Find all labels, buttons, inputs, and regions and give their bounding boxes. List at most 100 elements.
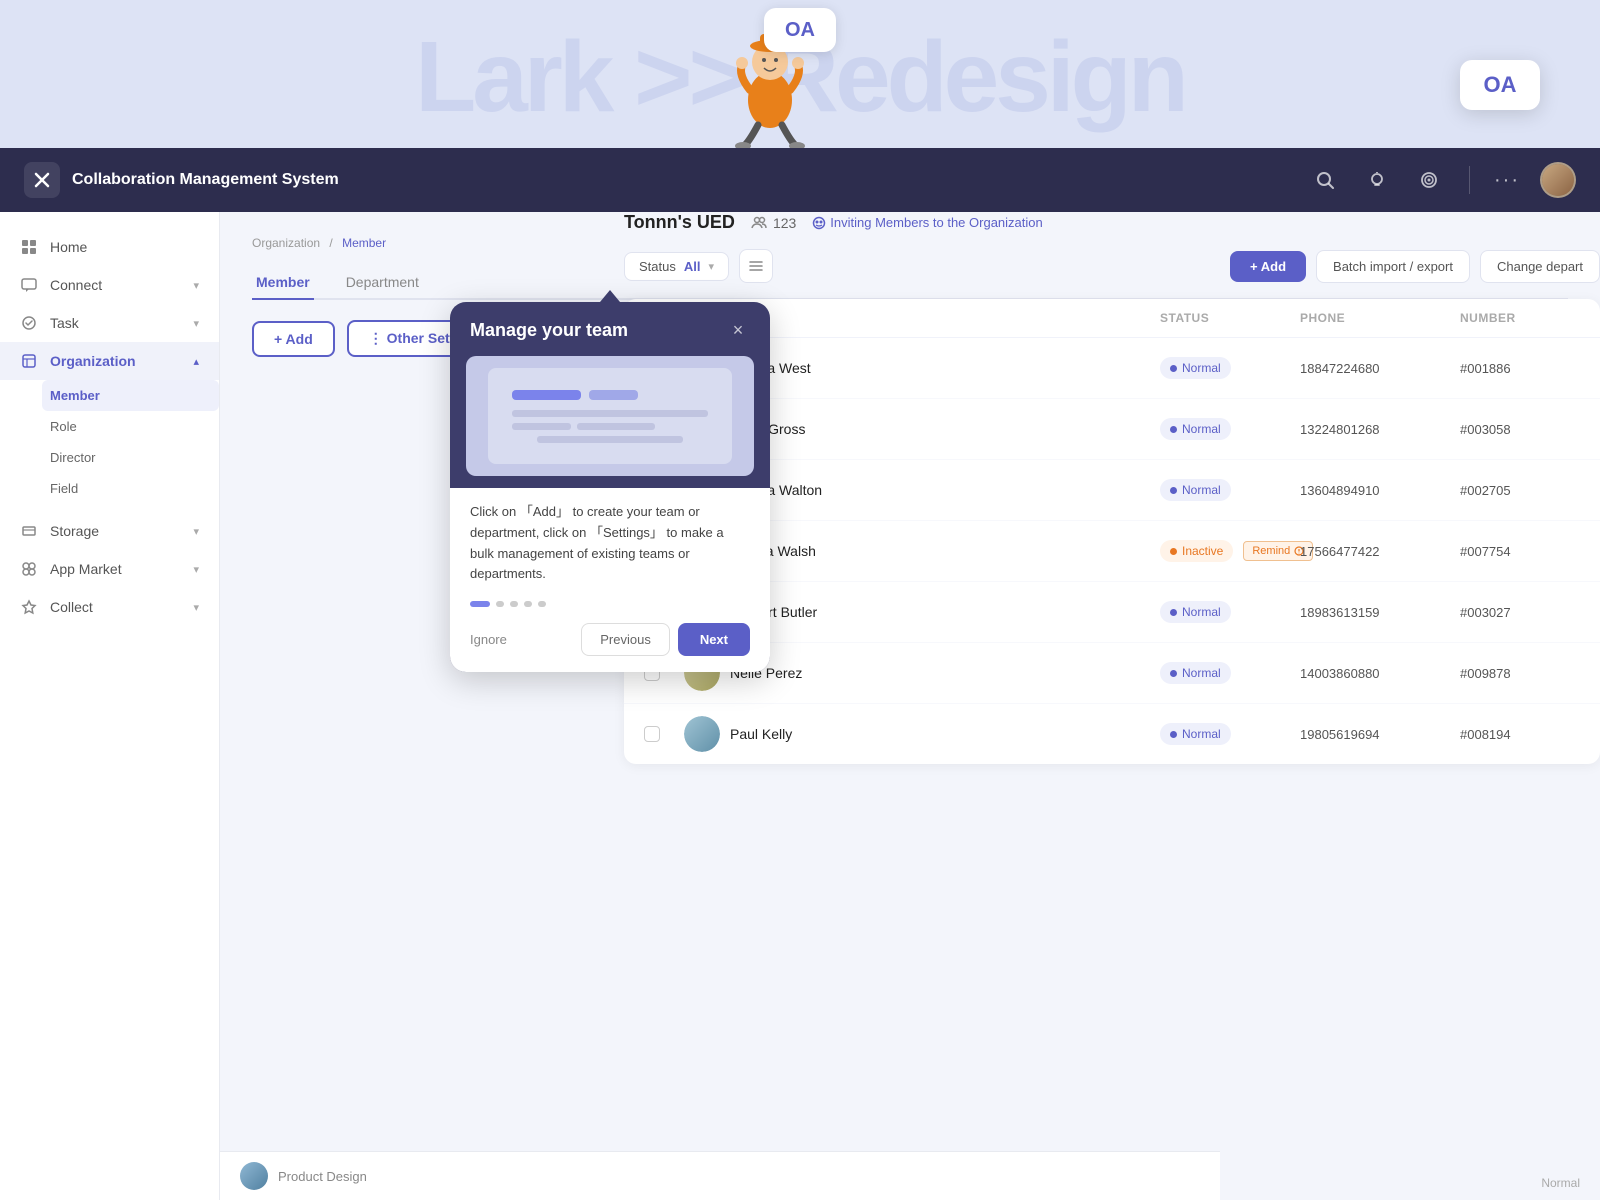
mock-line-2 bbox=[537, 436, 684, 443]
status-cell-6: Normal bbox=[1160, 662, 1300, 684]
team-header: Tonnn's UED 123 Inviting Members to the … bbox=[624, 212, 1600, 233]
search-button[interactable] bbox=[1309, 164, 1341, 196]
add-button[interactable]: + Add bbox=[252, 321, 335, 357]
dot-2 bbox=[496, 601, 504, 607]
tooltip-image bbox=[466, 356, 754, 476]
phone-4: 17566477422 bbox=[1300, 544, 1460, 559]
status-text-4: Inactive bbox=[1182, 544, 1223, 558]
col-phone: Phone bbox=[1300, 311, 1460, 325]
organization-icon bbox=[20, 352, 38, 370]
task-icon bbox=[20, 314, 38, 332]
status-badge-7: Normal bbox=[1160, 723, 1231, 745]
number-5: #003027 bbox=[1460, 605, 1580, 620]
batch-import-export-button[interactable]: Batch import / export bbox=[1316, 250, 1470, 283]
sidebar-item-storage[interactable]: Storage ▾ bbox=[0, 512, 219, 550]
ignore-button[interactable]: Ignore bbox=[470, 632, 507, 647]
sidebar-item-home[interactable]: Home bbox=[0, 228, 219, 266]
team-count: 123 bbox=[751, 215, 796, 231]
status-dot-2 bbox=[1170, 426, 1177, 433]
phone-6: 14003860880 bbox=[1300, 666, 1460, 681]
sidebar-collect-label: Collect bbox=[50, 599, 181, 615]
breadcrumb-current: Member bbox=[342, 236, 386, 250]
appmarket-icon bbox=[20, 560, 38, 578]
storage-chevron-icon: ▾ bbox=[193, 525, 199, 538]
zoom-label: Normal bbox=[1541, 1176, 1580, 1190]
sidebar-home-label: Home bbox=[50, 239, 199, 255]
status-cell-5: Normal bbox=[1160, 601, 1300, 623]
dot-5 bbox=[538, 601, 546, 607]
oa-badge-nav: OA bbox=[1460, 60, 1540, 110]
table-row: Ricky Gross Normal 13224801268 #003058 bbox=[624, 399, 1600, 460]
breadcrumb-parent: Organization bbox=[252, 236, 320, 250]
main-layout: Home Connect ▾ Task ▾ Organization ▴ Mem… bbox=[0, 212, 1600, 1200]
phone-3: 13604894910 bbox=[1300, 483, 1460, 498]
invite-text: Inviting Members to the Organization bbox=[830, 215, 1042, 230]
sidebar-sub-member[interactable]: Member bbox=[42, 380, 219, 411]
sidebar-item-collect[interactable]: Collect ▾ bbox=[0, 588, 219, 626]
invite-link[interactable]: Inviting Members to the Organization bbox=[812, 215, 1042, 230]
tab-department[interactable]: Department bbox=[342, 266, 423, 300]
table-row: Joshua West Normal 18847224680 #001886 bbox=[624, 338, 1600, 399]
phone-5: 18983613159 bbox=[1300, 605, 1460, 620]
status-cell-4: Inactive Remind bbox=[1160, 540, 1300, 562]
status-badge-1: Normal bbox=[1160, 357, 1231, 379]
table-row: Nelle Perez Normal 14003860880 #009878 bbox=[624, 643, 1600, 704]
user-avatar[interactable] bbox=[1540, 162, 1576, 198]
next-button[interactable]: Next bbox=[678, 623, 750, 656]
navbar-title: Collaboration Management System bbox=[72, 171, 339, 189]
previous-button[interactable]: Previous bbox=[581, 623, 670, 656]
dot-1 bbox=[470, 601, 490, 607]
status-dot-7 bbox=[1170, 731, 1177, 738]
tooltip-title: Manage your team bbox=[470, 320, 628, 341]
table-header: Name Status Phone Number bbox=[624, 299, 1600, 338]
avatar-image bbox=[1542, 164, 1574, 196]
table-row: Paul Kelly Normal 19805619694 #008194 bbox=[624, 704, 1600, 764]
status-dot-5 bbox=[1170, 609, 1177, 616]
appmarket-chevron-icon: ▾ bbox=[193, 563, 199, 576]
view-toggle-button[interactable] bbox=[739, 249, 773, 283]
sidebar-sub-director[interactable]: Director bbox=[50, 442, 219, 473]
target-button[interactable] bbox=[1413, 164, 1445, 196]
tooltip-description: Click on 「Add」 to create your team or de… bbox=[470, 502, 750, 585]
tab-member[interactable]: Member bbox=[252, 266, 314, 300]
team-name: Tonnn's UED bbox=[624, 212, 735, 233]
status-cell-7: Normal bbox=[1160, 723, 1300, 745]
connect-chevron-icon: ▾ bbox=[193, 279, 199, 292]
tooltip-close-button[interactable]: × bbox=[726, 318, 750, 342]
status-badge-2: Normal bbox=[1160, 418, 1231, 440]
number-7: #008194 bbox=[1460, 727, 1580, 742]
status-text-3: Normal bbox=[1182, 483, 1221, 497]
phone-7: 19805619694 bbox=[1300, 727, 1460, 742]
number-4: #007754 bbox=[1460, 544, 1580, 559]
member-info-7: Paul Kelly bbox=[684, 716, 1160, 752]
breadcrumb-separator: / bbox=[329, 236, 332, 250]
sidebar-item-connect[interactable]: Connect ▾ bbox=[0, 266, 219, 304]
tooltip-nav-buttons: Previous Next bbox=[581, 623, 750, 656]
navbar: Collaboration Management System ··· bbox=[0, 148, 1600, 212]
change-department-button[interactable]: Change depart bbox=[1480, 250, 1600, 283]
sidebar-sub-role[interactable]: Role bbox=[50, 411, 219, 442]
status-cell-2: Normal bbox=[1160, 418, 1300, 440]
sidebar-item-task[interactable]: Task ▾ bbox=[0, 304, 219, 342]
org-chevron-icon: ▴ bbox=[193, 355, 199, 368]
table-row: Loretta Walsh Inactive Remind 1756647742… bbox=[624, 521, 1600, 582]
phone-1: 18847224680 bbox=[1300, 361, 1460, 376]
bulb-button[interactable] bbox=[1361, 164, 1393, 196]
sidebar-sub-field[interactable]: Field bbox=[50, 473, 219, 504]
number-2: #003058 bbox=[1460, 422, 1580, 437]
sidebar-task-label: Task bbox=[50, 315, 181, 331]
status-cell-1: Normal bbox=[1160, 357, 1300, 379]
status-filter[interactable]: Status All ▾ bbox=[624, 252, 729, 281]
sidebar-item-appmarket[interactable]: App Market ▾ bbox=[0, 550, 219, 588]
filter-chevron-icon: ▾ bbox=[708, 260, 714, 273]
row-checkbox-7[interactable] bbox=[644, 726, 660, 742]
status-dot-4 bbox=[1170, 548, 1177, 555]
col-status: Status bbox=[1160, 311, 1300, 325]
mock-line-1 bbox=[512, 410, 708, 417]
status-badge-5: Normal bbox=[1160, 601, 1231, 623]
table-row: Herbert Butler Normal 18983613159 #00302… bbox=[624, 582, 1600, 643]
number-3: #002705 bbox=[1460, 483, 1580, 498]
more-options-button[interactable]: ··· bbox=[1494, 169, 1520, 192]
sidebar-item-organization[interactable]: Organization ▴ bbox=[0, 342, 219, 380]
table-add-button[interactable]: + Add bbox=[1230, 251, 1306, 282]
